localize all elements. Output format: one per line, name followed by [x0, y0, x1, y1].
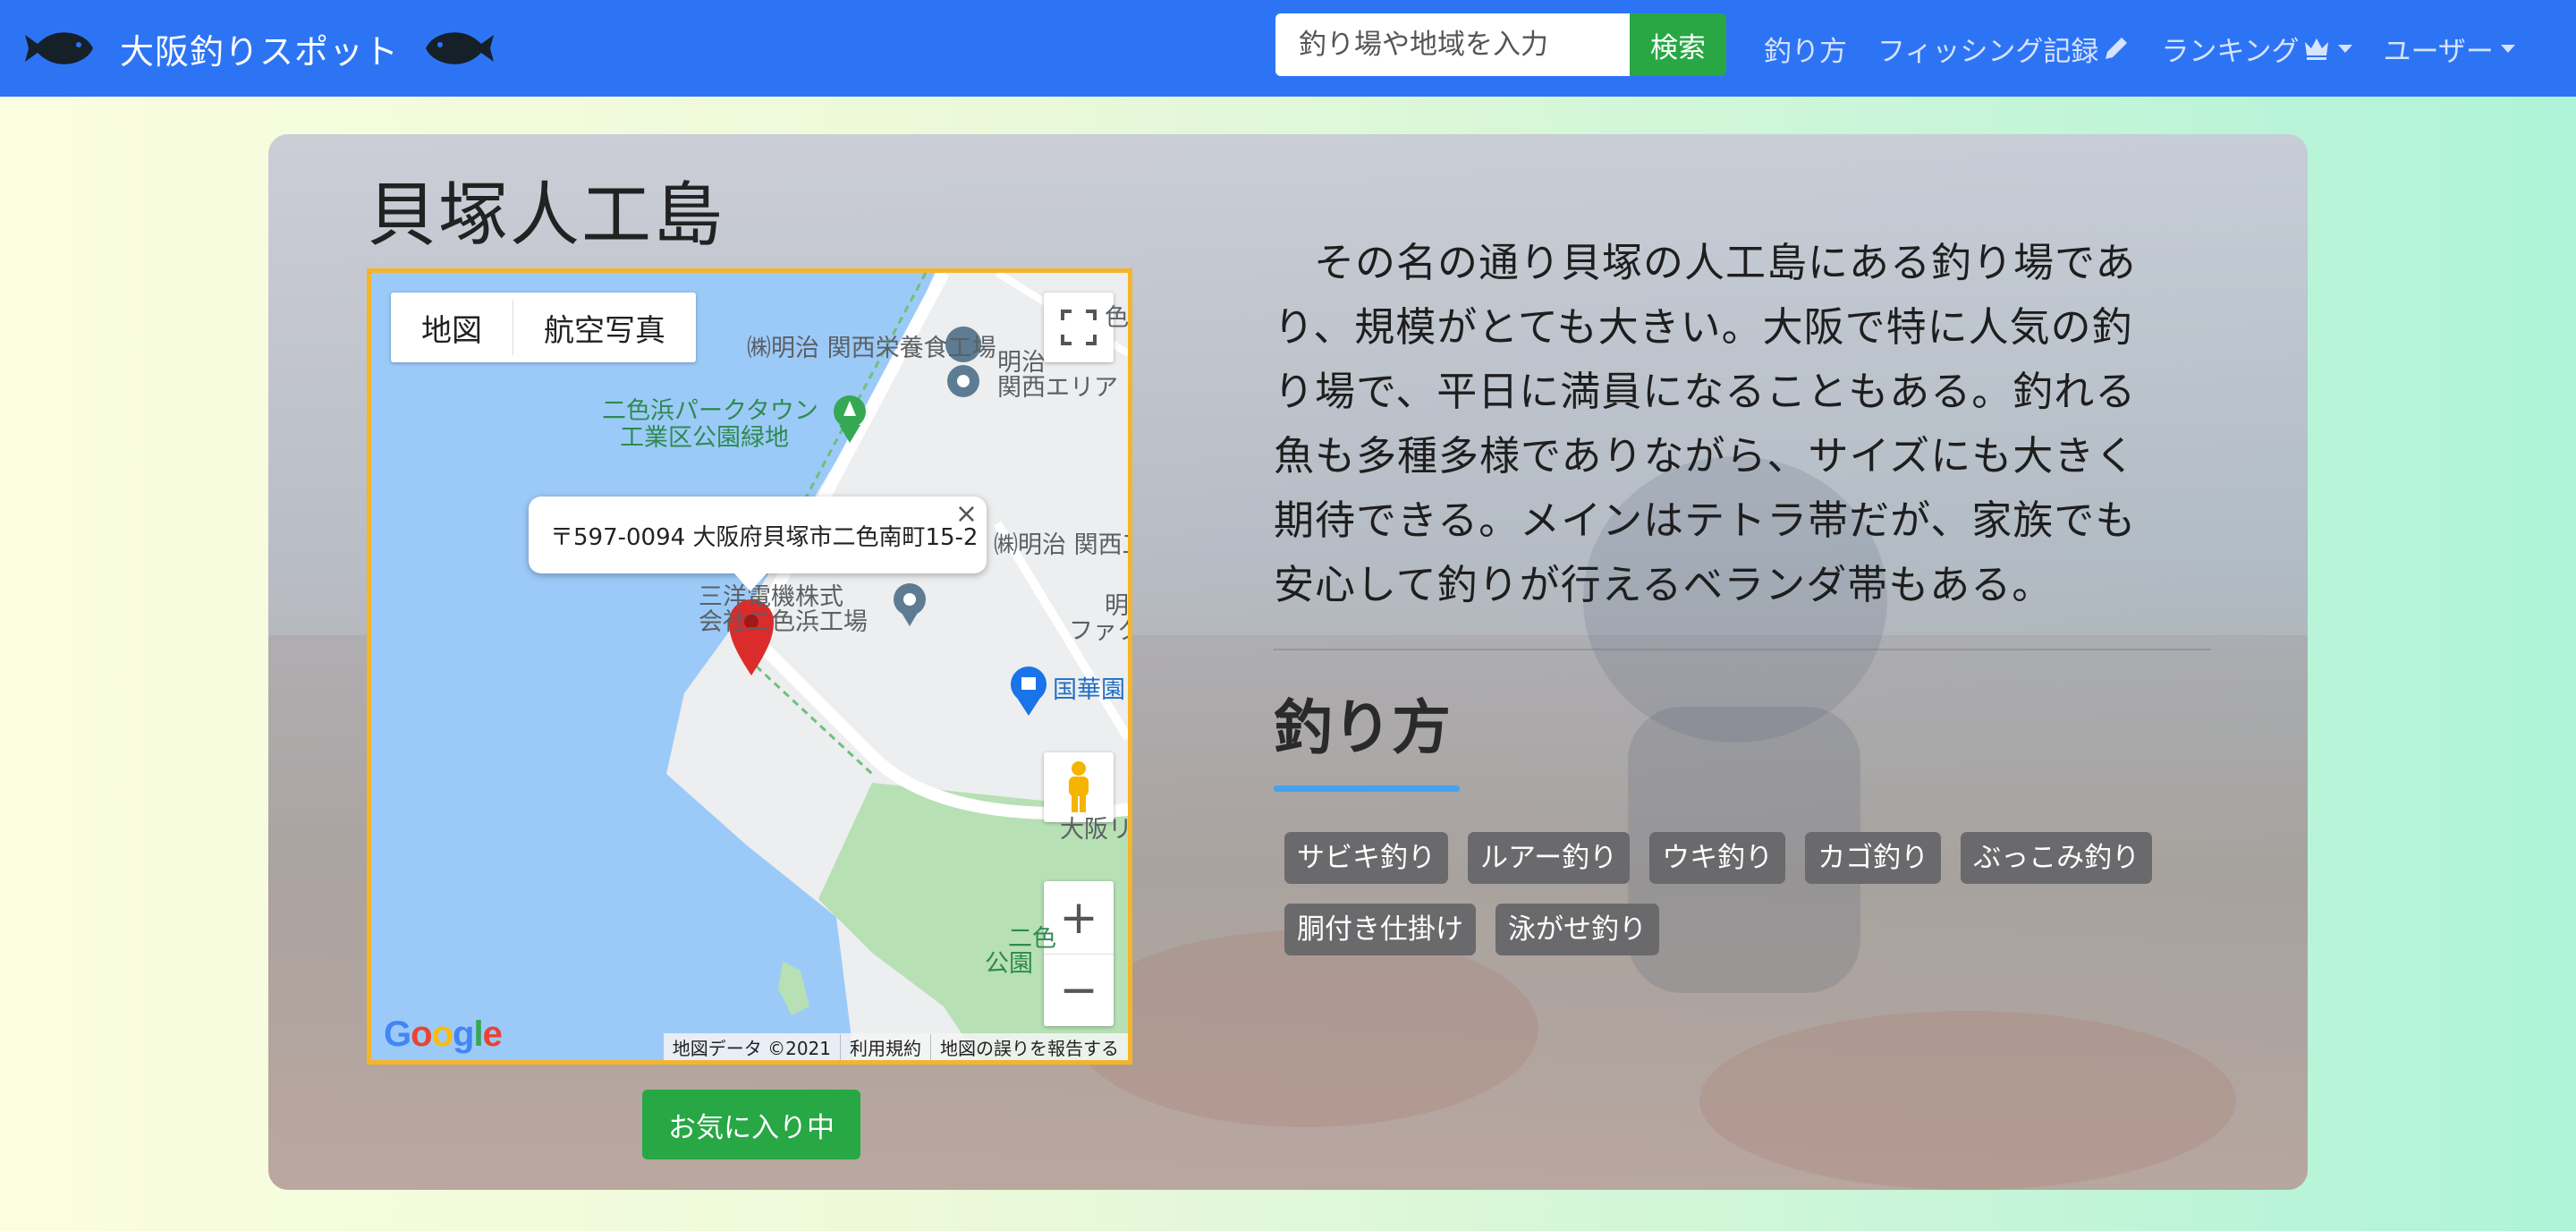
nav-link-label: ユーザー — [2383, 35, 2494, 68]
zoom-out-button[interactable]: − — [1044, 955, 1114, 1026]
map-label: ファク — [1069, 617, 1128, 645]
pencil-icon — [2106, 38, 2128, 59]
report-error-link[interactable]: 地図の誤りを報告する — [930, 1033, 1128, 1060]
fish-icon — [25, 32, 93, 64]
brand[interactable]: 大阪釣りスポット — [25, 0, 495, 97]
nav-link-fishing-method[interactable]: 釣り方 — [1764, 29, 1847, 69]
map-label-poi: 国華園 — [1053, 676, 1125, 704]
spot-description: その名の通り貝塚の人工島にある釣り場であり、規模がとても大きい。大阪で特に人気の… — [1274, 239, 2137, 608]
close-icon[interactable]: × — [955, 498, 978, 530]
fishing-method-heading: 釣り方 — [1274, 693, 1451, 762]
nav-link-label: フィッシング記録 — [1877, 35, 2099, 68]
search-button[interactable]: 検索 — [1630, 13, 1726, 76]
pegman-icon — [1069, 761, 1089, 812]
google-map[interactable]: 地図 航空写真 + − ㈱明治 関西栄養食工場 明治 関西エリア 色 二色浜パー — [367, 268, 1132, 1065]
brand-title: 大阪釣りスポット — [120, 31, 400, 72]
fullscreen-icon — [1061, 310, 1097, 345]
method-tag[interactable]: ウキ釣り — [1649, 832, 1786, 884]
map-label: 大阪リ — [1060, 816, 1132, 844]
nav-link-label: ランキング — [2161, 35, 2300, 68]
favorite-button[interactable]: お気に入り中 — [642, 1090, 860, 1159]
fishing-method-tags: サビキ釣り ルアー釣り ウキ釣り カゴ釣り ぶっこみ釣り 胴付き仕掛け 泳がせ釣… — [1284, 832, 2179, 975]
crown-icon — [2305, 38, 2329, 60]
map-label-park: 公園 — [985, 950, 1033, 978]
fullscreen-button[interactable] — [1044, 293, 1114, 362]
map-info-window: 〒597-0094 大阪府貝塚市二色南町15-2 × — [529, 497, 987, 591]
map-label: 色 — [1105, 304, 1129, 332]
fish-icon — [426, 32, 495, 64]
map-label: ㈱明治 関西栄養食工場 — [747, 335, 996, 362]
zoom-controls: + − — [1044, 881, 1114, 1026]
map-label: ㈱明治 関西工 — [994, 531, 1132, 559]
chevron-down-icon — [2338, 44, 2353, 53]
search-form: 検索 — [1275, 13, 1726, 76]
map-data-credit: 地図データ ©2021 — [672, 1037, 831, 1059]
terms-link[interactable]: 利用規約 — [840, 1033, 930, 1060]
spot-card: 貝塚人工島 地図 航空写真 + − ㈱明治 関西栄養食工場 明治 関西エリア 色… — [268, 134, 2308, 1190]
method-tag[interactable]: ぶっこみ釣り — [1961, 832, 2153, 884]
google-logo: Google — [384, 1015, 503, 1054]
nav-link-fishing-record[interactable]: フィッシング記録 — [1877, 29, 2131, 69]
map-type-control: 地図 航空写真 — [391, 293, 696, 362]
map-attribution: 地図データ ©2021 利用規約 地図の誤りを報告する — [663, 1033, 1128, 1060]
method-tag[interactable]: 胴付き仕掛け — [1284, 904, 1476, 955]
spot-title: 貝塚人工島 — [367, 175, 725, 256]
info-address: 〒597-0094 大阪府貝塚市二色南町15-2 — [550, 523, 979, 551]
map-label: 会社二色浜工場 — [699, 608, 868, 636]
method-tag[interactable]: サビキ釣り — [1284, 832, 1448, 884]
navbar: 大阪釣りスポット 検索 釣り方 フィッシング記録 ランキング ユーザー — [0, 0, 2576, 97]
nav-link-user[interactable]: ユーザー — [2383, 29, 2515, 69]
map-type-map-button[interactable]: 地図 — [391, 293, 513, 362]
map-type-satellite-button[interactable]: 航空写真 — [513, 293, 696, 362]
method-tag[interactable]: ルアー釣り — [1468, 832, 1631, 884]
method-tag[interactable]: カゴ釣り — [1805, 832, 1942, 884]
search-input[interactable] — [1275, 13, 1630, 76]
nav-links: 釣り方 フィッシング記録 ランキング ユーザー — [1764, 0, 2546, 97]
map-label: 関西エリア — [997, 374, 1118, 402]
nav-link-ranking[interactable]: ランキング — [2161, 29, 2353, 69]
heading-underline — [1274, 785, 1460, 792]
chevron-down-icon — [2500, 44, 2515, 53]
map-label-park: 工業区公園緑地 — [620, 424, 789, 452]
nav-link-label: 釣り方 — [1764, 35, 1847, 68]
method-tag[interactable]: 泳がせ釣り — [1496, 904, 1659, 955]
divider — [1274, 649, 2211, 650]
